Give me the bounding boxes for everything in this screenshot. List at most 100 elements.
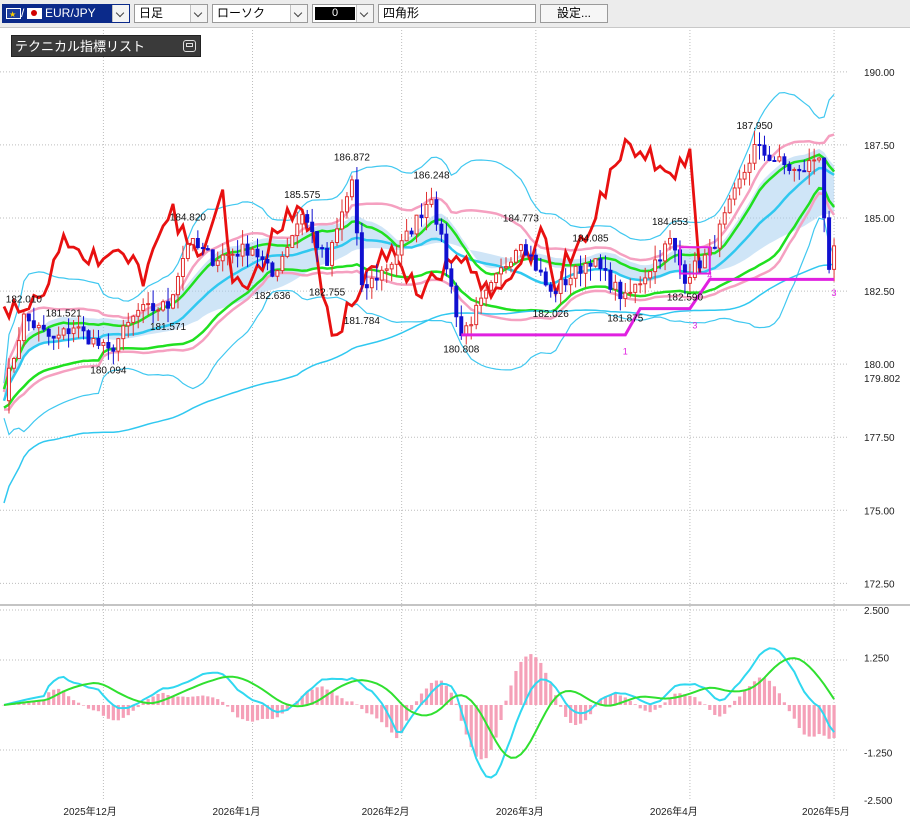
indicator-list-panel[interactable]: テクニカル指標リスト xyxy=(11,35,201,57)
candle-body xyxy=(459,316,464,337)
candle xyxy=(598,254,603,282)
zigzag-lines: 1 3 4 3 xyxy=(461,246,837,357)
candle-body xyxy=(817,157,822,161)
candle-body xyxy=(101,342,106,346)
macd-histogram-bar xyxy=(653,705,657,710)
candle xyxy=(389,261,394,282)
candle-body xyxy=(51,335,56,339)
macd-histogram-bar xyxy=(529,654,533,705)
candle xyxy=(762,135,767,162)
candle-body xyxy=(280,255,285,272)
macd-histogram-bar xyxy=(181,696,185,705)
candle-body xyxy=(116,338,121,352)
candle-body xyxy=(414,214,419,235)
candle xyxy=(494,272,499,288)
zigzag-mark: 1 xyxy=(623,347,628,357)
macd-histogram-bar xyxy=(260,705,265,719)
macd-histogram-bar xyxy=(250,705,255,722)
macd-histogram-bar xyxy=(81,705,86,706)
price-chart[interactable]: 1 3 4 3 182.010181.521 180.094 181.571 184.820… xyxy=(0,0,910,823)
macd-histogram-bar xyxy=(186,697,190,705)
candle-body xyxy=(131,315,136,323)
candle-body xyxy=(16,340,21,359)
candle-body xyxy=(479,297,484,306)
price-annotation: 181.521 xyxy=(46,309,83,320)
candle-body xyxy=(663,243,668,262)
current-price-label: 179.802 xyxy=(864,374,901,385)
price-annotation: 180.094 xyxy=(90,365,127,376)
candle xyxy=(116,337,121,362)
candle-body xyxy=(185,243,190,260)
macd-histogram-bar xyxy=(514,670,518,705)
macd-histogram-bar xyxy=(57,688,61,705)
x-tick-label: 2026年1月 xyxy=(213,805,261,818)
candle-body xyxy=(66,328,71,335)
price-annotation: 181.875 xyxy=(607,313,644,324)
macd-histogram-bar xyxy=(723,705,727,714)
candle-body xyxy=(285,246,290,257)
macd-histogram-bar xyxy=(499,705,503,720)
macd-histogram-bar xyxy=(578,705,583,724)
candle-body xyxy=(827,217,832,270)
candle-body xyxy=(623,292,628,300)
macd-histogram-bar xyxy=(365,705,369,714)
candle-body xyxy=(593,258,598,267)
candle-body xyxy=(195,238,200,249)
macd-histogram-bar xyxy=(231,705,235,713)
macd-histogram-bar xyxy=(673,693,677,705)
candle-body xyxy=(121,325,126,340)
candle-body xyxy=(394,254,399,265)
macd-histogram-bar xyxy=(320,686,324,705)
candle-body xyxy=(489,282,494,291)
macd-histogram-bar xyxy=(494,705,498,738)
y-tick-label: 182.50 xyxy=(864,287,895,298)
candle-body xyxy=(245,243,250,256)
window-restore-icon[interactable] xyxy=(183,40,196,52)
macd-histogram-bar xyxy=(802,705,806,735)
macd-histogram-bar xyxy=(67,696,71,705)
candle xyxy=(742,164,747,186)
candle-body xyxy=(658,259,663,262)
candle-body xyxy=(409,230,414,235)
macd-histogram-bar xyxy=(335,695,339,705)
candle xyxy=(732,182,737,206)
candle xyxy=(613,274,618,301)
candle-body xyxy=(608,269,613,290)
macd-histogram-bar xyxy=(101,705,106,716)
x-tick-label: 2025年12月 xyxy=(63,805,116,818)
macd-histogram-bar xyxy=(240,705,245,720)
candle-body xyxy=(792,168,797,171)
candle-body xyxy=(335,228,340,244)
macd-histogram-bar xyxy=(325,689,329,705)
candle xyxy=(171,293,175,310)
candle-body xyxy=(171,294,175,309)
candle-body xyxy=(419,214,424,219)
ma-long-line xyxy=(3,263,835,504)
candle xyxy=(747,154,752,186)
candle-body xyxy=(349,179,354,198)
ma-lower-green xyxy=(3,186,836,409)
macd-histogram-bar xyxy=(544,672,548,705)
macd-histogram-bar xyxy=(698,701,702,705)
candle-body xyxy=(235,253,240,257)
candle-body xyxy=(126,321,131,327)
candle-body xyxy=(364,284,369,289)
candle-body xyxy=(822,157,827,219)
candle-body xyxy=(807,160,812,172)
candle-body xyxy=(737,178,742,189)
candle xyxy=(827,210,832,274)
macd-histogram-bar xyxy=(772,686,777,705)
candle-body xyxy=(797,168,802,172)
macd-histogram-bar xyxy=(71,700,76,705)
candle-body xyxy=(255,248,260,258)
candle xyxy=(210,249,215,267)
candle-body xyxy=(340,211,344,230)
candle-body xyxy=(305,214,310,223)
macd-panel xyxy=(2,647,836,779)
macd-histogram-bar xyxy=(693,697,697,705)
candle-body xyxy=(633,283,638,293)
candle-body xyxy=(563,279,568,286)
macd-histogram-bar xyxy=(360,705,364,710)
candle-body xyxy=(240,243,245,257)
candle xyxy=(523,239,528,257)
